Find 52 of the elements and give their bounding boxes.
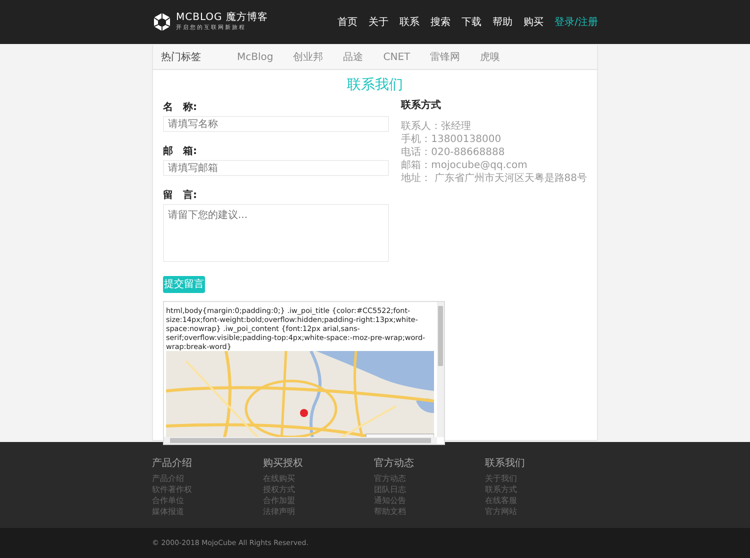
footer-heading: 官方动态: [374, 456, 415, 470]
message-field[interactable]: 请留下您的建议...: [163, 204, 390, 262]
tag-link[interactable]: McBlog: [237, 52, 274, 62]
contact-info-line: 手机：13800138000: [401, 133, 502, 146]
footer-heading: 购买授权: [263, 456, 304, 470]
footer-link[interactable]: 产品介绍: [152, 473, 263, 484]
input-field[interactable]: 请填写名称: [163, 116, 390, 132]
footer-link[interactable]: 团队日志: [374, 484, 485, 495]
field-label: 留 言:: [163, 188, 198, 202]
nav-link[interactable]: 帮助: [492, 15, 513, 29]
nav-link[interactable]: 关于: [368, 15, 389, 29]
login-link[interactable]: 登录/注册: [554, 15, 598, 29]
footer-link[interactable]: 帮助文档: [374, 506, 485, 517]
footer-heading: 联系我们: [485, 456, 526, 470]
nav-link[interactable]: 下载: [462, 15, 482, 29]
field-label: 邮 箱:: [163, 144, 198, 158]
footer-link[interactable]: 合作加盟: [263, 495, 374, 506]
tag-link[interactable]: 雷锋网: [430, 50, 460, 64]
footer-link[interactable]: 在线客服: [485, 495, 596, 506]
contact-info-line: 电话：020-88668888: [401, 146, 506, 159]
tag-link[interactable]: CNET: [383, 52, 410, 62]
footer-link[interactable]: 关于我们: [485, 473, 596, 484]
footer-heading: 产品介绍: [152, 456, 193, 470]
field-label: 名 称:: [163, 100, 198, 114]
cube-logo-icon: [152, 12, 172, 32]
footer-link[interactable]: 在线购买: [263, 473, 374, 484]
contact-info-line: 邮箱：mojocube@qq.com: [401, 159, 528, 172]
footer-link[interactable]: 合作单位: [152, 495, 263, 506]
contact-info-line: 地址： 广东省广州市天河区天粤是路88号: [401, 172, 587, 185]
footer-link[interactable]: 官方网站: [485, 506, 596, 517]
footer-link[interactable]: 软件著作权: [152, 484, 263, 495]
input-field[interactable]: 请填写邮箱: [163, 160, 390, 176]
contact-info-title: 联系方式: [401, 98, 442, 112]
nav-link[interactable]: 购买: [524, 15, 544, 29]
footer-link[interactable]: 媒体报道: [152, 506, 263, 517]
vertical-scrollbar[interactable]: [437, 302, 444, 436]
logo-title: MCBLOG 魔方博客: [176, 12, 268, 24]
tag-link[interactable]: 品途: [343, 50, 364, 64]
contact-info-line: 联系人：张经理: [401, 120, 472, 133]
tag-link[interactable]: 虎嗅: [480, 50, 500, 64]
footer-link[interactable]: 联系方式: [485, 484, 596, 495]
footer-link[interactable]: 官方动态: [374, 473, 485, 484]
footer-link[interactable]: 授权方式: [263, 484, 374, 495]
tag-link[interactable]: 创业邦: [293, 50, 324, 64]
submit-button[interactable]: 提交留言: [163, 276, 205, 292]
footer-link[interactable]: 通知公告: [374, 495, 485, 506]
footer-link[interactable]: 法律声明: [263, 506, 374, 517]
nav-link[interactable]: 联系: [400, 15, 420, 29]
nav-link[interactable]: 首页: [338, 15, 358, 29]
tag-bar-title: 热门标签: [161, 50, 201, 64]
page-title: 联系我们: [346, 76, 404, 94]
nav-link[interactable]: 搜索: [430, 15, 451, 29]
